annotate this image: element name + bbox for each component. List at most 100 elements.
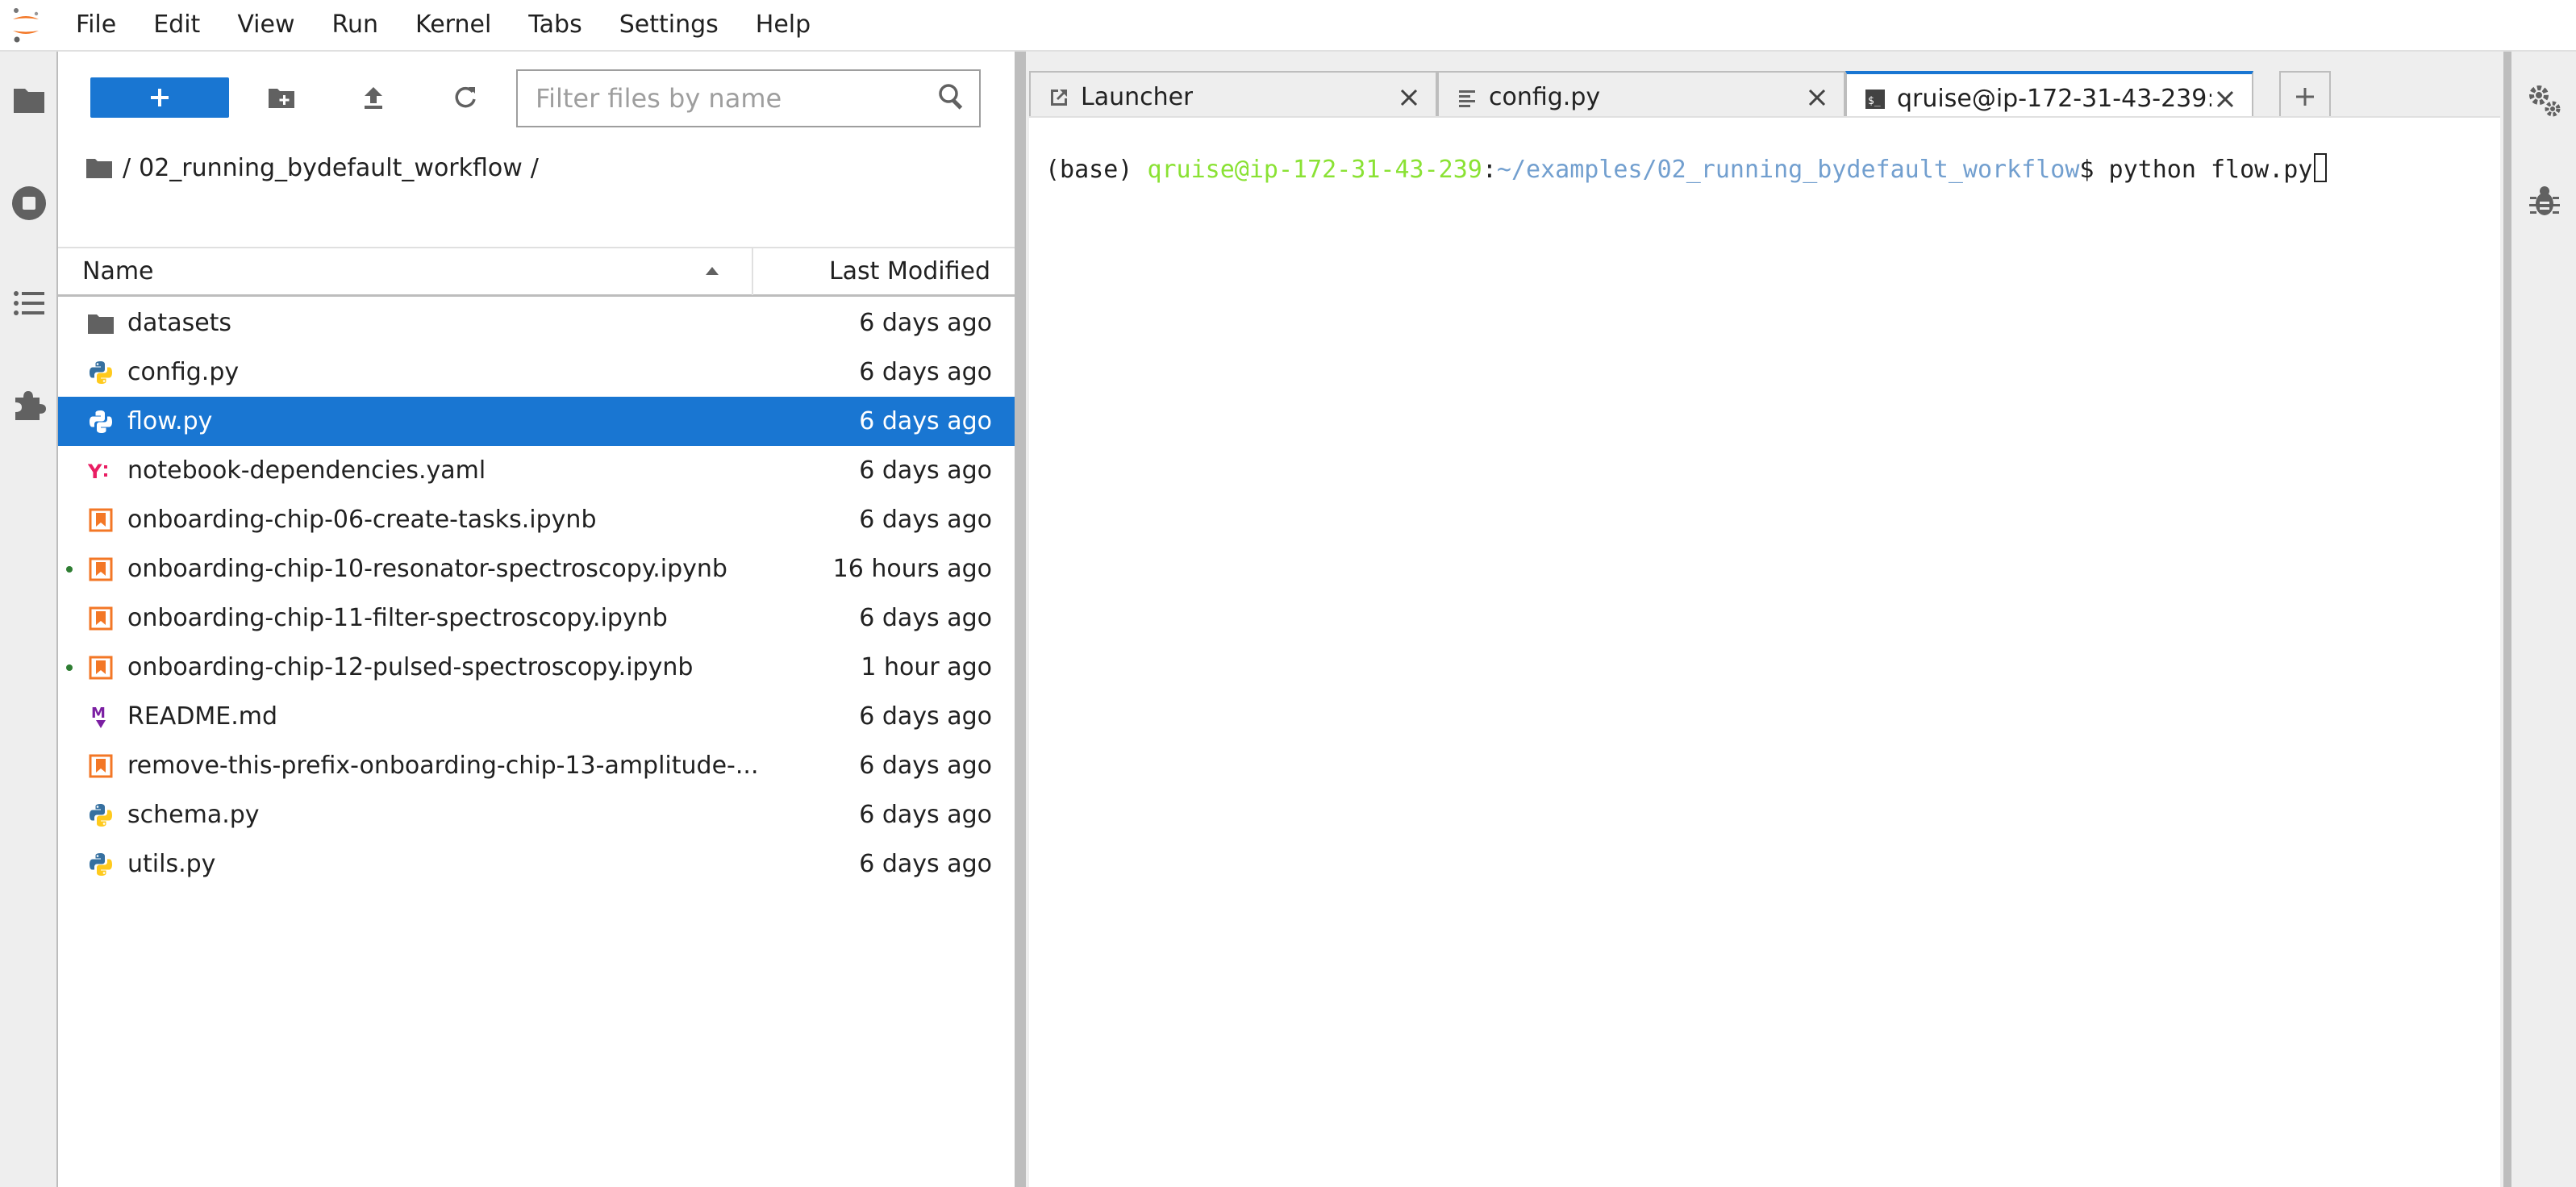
- file-row[interactable]: onboarding-chip-11-filter-spectroscopy.i…: [58, 594, 1015, 643]
- terminal-env: (base): [1045, 156, 1148, 184]
- yaml-file-icon: Y: [87, 457, 115, 485]
- terminal-command: python flow.py: [2108, 156, 2313, 184]
- python-file-icon: [87, 408, 115, 435]
- file-last-modified: 6 days ago: [859, 850, 992, 878]
- menu-file[interactable]: File: [52, 0, 135, 51]
- file-last-modified: 16 hours ago: [832, 555, 992, 583]
- new-launcher-button[interactable]: [90, 77, 229, 118]
- file-last-modified: 6 days ago: [859, 456, 992, 485]
- column-header-last-modified[interactable]: Last Modified: [753, 248, 1013, 295]
- filter-files-box: [516, 69, 981, 127]
- menu-settings[interactable]: Settings: [601, 0, 737, 51]
- filter-files-input[interactable]: [536, 83, 923, 114]
- right-activity-bar: [2511, 52, 2576, 1187]
- file-name: remove-this-prefix-onboarding-chip-13-am…: [127, 752, 759, 780]
- running-stop-icon[interactable]: [6, 181, 52, 226]
- menu-bar: File Edit View Run Kernel Tabs Settings …: [0, 0, 2576, 52]
- left-activity-bar: [0, 52, 58, 1187]
- terminal-path: ~/examples/02_running_bydefault_workflow: [1496, 156, 2080, 184]
- file-row[interactable]: M README.md 6 days ago: [58, 692, 1015, 741]
- file-list-header: Name Last Modified: [58, 247, 1015, 297]
- svg-text:$_: $_: [1868, 95, 1881, 107]
- file-row[interactable]: onboarding-chip-06-create-tasks.ipynb 6 d…: [58, 495, 1015, 544]
- terminal-colon: :: [1482, 156, 1497, 184]
- menu-tabs[interactable]: Tabs: [510, 0, 600, 51]
- python-file-icon: [87, 851, 115, 878]
- file-name: notebook-dependencies.yaml: [127, 456, 486, 485]
- file-row[interactable]: config.py 6 days ago: [58, 348, 1015, 397]
- extension-puzzle-icon[interactable]: [6, 382, 52, 427]
- upload-icon[interactable]: [352, 76, 395, 119]
- close-icon[interactable]: [1803, 84, 1831, 111]
- file-row[interactable]: utils.py 6 days ago: [58, 839, 1015, 889]
- jupyter-logo-icon: [0, 0, 52, 51]
- breadcrumb-home-folder-icon[interactable]: [85, 156, 113, 179]
- column-header-name[interactable]: Name: [58, 248, 753, 295]
- file-last-modified: 6 days ago: [859, 752, 992, 780]
- column-header-modified-label: Last Modified: [828, 257, 990, 285]
- notebook-icon: [87, 506, 115, 534]
- file-last-modified: 6 days ago: [859, 309, 992, 337]
- notebook-icon: [87, 654, 115, 681]
- menu-edit[interactable]: Edit: [135, 0, 219, 51]
- property-inspector-gear-icon[interactable]: [2523, 79, 2566, 123]
- debugger-bug-icon[interactable]: [2523, 179, 2566, 223]
- tab-terminal[interactable]: $_ qruise@ip-172-31-43-239: ~: [1845, 71, 2253, 123]
- terminal-prompt: $: [2079, 156, 2109, 184]
- menu-view[interactable]: View: [219, 0, 313, 51]
- sort-ascending-icon: [706, 267, 719, 275]
- file-name: flow.py: [127, 407, 213, 435]
- file-browser-toolbar: [58, 52, 1015, 145]
- menu-help[interactable]: Help: [737, 0, 829, 51]
- file-row[interactable]: flow.py 6 days ago: [58, 397, 1015, 446]
- file-row[interactable]: remove-this-prefix-onboarding-chip-13-am…: [58, 741, 1015, 790]
- refresh-icon[interactable]: [444, 76, 487, 119]
- panel-splitter[interactable]: [1015, 52, 1026, 1187]
- file-name: datasets: [127, 309, 232, 337]
- tab-launcher[interactable]: Launcher: [1029, 71, 1437, 121]
- terminal-user: qruise@ip-172-31-43-239: [1147, 156, 1482, 184]
- file-last-modified: 6 days ago: [859, 604, 992, 632]
- file-last-modified: 6 days ago: [859, 801, 992, 829]
- breadcrumb-folder[interactable]: 02_running_bydefault_workflow: [139, 154, 523, 182]
- file-last-modified: 1 hour ago: [861, 653, 992, 681]
- right-panel-splitter[interactable]: [2503, 52, 2511, 1187]
- toc-list-icon[interactable]: [6, 281, 52, 326]
- close-icon[interactable]: [2211, 85, 2239, 113]
- close-icon[interactable]: [1395, 84, 1423, 111]
- python-file-icon: [87, 802, 115, 829]
- folder-icon[interactable]: [6, 77, 52, 123]
- breadcrumb-root[interactable]: /: [123, 154, 131, 182]
- tab-config-py[interactable]: config.py: [1437, 71, 1845, 121]
- terminal-prompt-line: (base) qruise@ip-172-31-43-239:~/example…: [1045, 153, 2328, 184]
- file-browser-panel: / 02_running_bydefault_workflow / Name L…: [58, 52, 1015, 1187]
- notebook-icon: [87, 752, 115, 780]
- plus-icon: [2296, 88, 2314, 106]
- file-name: config.py: [127, 358, 240, 386]
- file-name: onboarding-chip-11-filter-spectroscopy.i…: [127, 604, 668, 632]
- file-row[interactable]: Ynotebook-dependencies.yaml 6 days ago: [58, 446, 1015, 495]
- running-indicator-dot: [66, 664, 73, 671]
- file-name: onboarding-chip-10-resonator-spectroscop…: [127, 555, 727, 583]
- file-row[interactable]: onboarding-chip-12-pulsed-spectroscopy.i…: [58, 643, 1015, 692]
- file-row[interactable]: onboarding-chip-10-resonator-spectroscop…: [58, 544, 1015, 594]
- add-tab-button[interactable]: [2279, 71, 2331, 121]
- notebook-icon: [87, 605, 115, 632]
- tab-config-py-label: config.py: [1489, 82, 1601, 111]
- search-icon: [937, 82, 969, 115]
- terminal-panel[interactable]: (base) qruise@ip-172-31-43-239:~/example…: [1029, 116, 2500, 1187]
- terminal-cursor: [2314, 153, 2328, 182]
- svg-text:Y: Y: [88, 460, 102, 483]
- file-row[interactable]: datasets 6 days ago: [58, 298, 1015, 348]
- file-row[interactable]: schema.py 6 days ago: [58, 790, 1015, 839]
- new-folder-icon[interactable]: [260, 76, 303, 119]
- menu-run[interactable]: Run: [314, 0, 398, 51]
- column-header-name-label: Name: [82, 257, 154, 285]
- menu-kernel[interactable]: Kernel: [397, 0, 510, 51]
- file-name: onboarding-chip-12-pulsed-spectroscopy.i…: [127, 653, 694, 681]
- terminal-icon: $_: [1863, 87, 1887, 111]
- markdown-file-icon: M: [87, 703, 115, 731]
- running-indicator-dot: [66, 566, 73, 573]
- file-name: schema.py: [127, 801, 260, 829]
- notebook-icon: [87, 556, 115, 583]
